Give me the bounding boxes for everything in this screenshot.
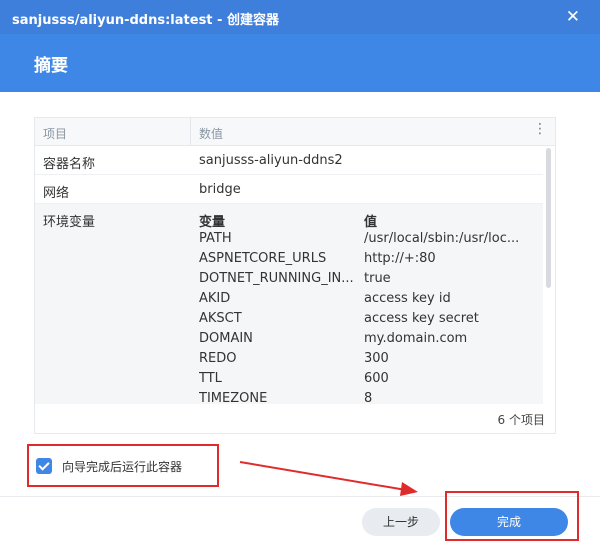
column-menu-icon[interactable]: ⋮ bbox=[533, 121, 547, 137]
env-var-name: DOMAIN bbox=[199, 331, 253, 346]
env-var-value: access key id bbox=[364, 291, 451, 306]
row-value: sanjusss-aliyun-ddns2 bbox=[199, 153, 343, 168]
env-var-value: my.domain.com bbox=[364, 331, 468, 346]
table-header: 项目 数值 ⋮ bbox=[35, 118, 555, 146]
env-var-row: TTL 600 bbox=[199, 371, 529, 391]
row-key: 网络 bbox=[43, 186, 70, 201]
env-var-name: AKSCT bbox=[199, 311, 242, 326]
env-var-row: AKSCT access key secret bbox=[199, 311, 529, 331]
row-value: bridge bbox=[199, 182, 241, 197]
env-var-value: access key secret bbox=[364, 311, 479, 326]
env-var-row: ASPNETCORE_URLS http://+:80 bbox=[199, 251, 529, 271]
column-header-value[interactable]: 数值 bbox=[199, 125, 223, 142]
env-var-name: PATH bbox=[199, 231, 232, 246]
env-var-row: DOMAIN my.domain.com bbox=[199, 331, 529, 351]
env-var-row: PATH /usr/local/sbin:/usr/loc... bbox=[199, 231, 529, 251]
highlight-box-checkbox bbox=[27, 444, 219, 487]
env-var-name: TTL bbox=[199, 371, 222, 386]
env-var-row: AKID access key id bbox=[199, 291, 529, 311]
back-button[interactable]: 上一步 bbox=[362, 508, 440, 536]
env-var-name: DOTNET_RUNNING_IN... bbox=[199, 271, 354, 286]
close-icon[interactable]: ✕ bbox=[566, 7, 580, 27]
section-header: 摘要 bbox=[0, 34, 600, 92]
column-divider[interactable] bbox=[190, 118, 191, 145]
env-var-name: ASPNETCORE_URLS bbox=[199, 251, 327, 266]
highlight-box-done bbox=[445, 491, 579, 541]
item-count: 6 个项目 bbox=[497, 413, 545, 427]
env-col-val: 值 bbox=[364, 215, 378, 230]
env-var-value: http://+:80 bbox=[364, 251, 436, 266]
env-var-name: REDO bbox=[199, 351, 237, 366]
page-title: 摘要 bbox=[34, 56, 68, 76]
env-var-row: REDO 300 bbox=[199, 351, 529, 371]
env-var-row: TIMEZONE 8 bbox=[199, 391, 529, 404]
env-var-value: true bbox=[364, 271, 391, 286]
annotation-arrow bbox=[239, 461, 418, 496]
table-row[interactable]: 容器名称 sanjusss-aliyun-ddns2 bbox=[35, 146, 543, 175]
env-var-name: AKID bbox=[199, 291, 231, 306]
table-scrollbar[interactable] bbox=[546, 148, 551, 288]
env-var-value: 600 bbox=[364, 371, 389, 386]
env-var-name: TIMEZONE bbox=[199, 391, 268, 404]
env-var-value: 300 bbox=[364, 351, 389, 366]
window-titlebar: sanjusss/aliyun-ddns:latest - 创建容器 ✕ bbox=[0, 0, 600, 34]
window-title: sanjusss/aliyun-ddns:latest - 创建容器 bbox=[12, 13, 279, 28]
summary-table: 项目 数值 ⋮ 容器名称 sanjusss-aliyun-ddns2 网络 br… bbox=[34, 117, 556, 434]
env-var-row: DOTNET_RUNNING_IN... true bbox=[199, 271, 529, 291]
env-header: 变量 值 bbox=[199, 211, 529, 231]
row-key: 环境变量 bbox=[43, 215, 96, 230]
env-col-var: 变量 bbox=[199, 215, 226, 230]
table-row[interactable]: 网络 bridge bbox=[35, 175, 543, 204]
row-key: 容器名称 bbox=[43, 157, 96, 172]
env-var-value: 8 bbox=[364, 391, 373, 404]
column-header-item[interactable]: 项目 bbox=[43, 125, 67, 142]
table-row-env[interactable]: 环境变量 变量 值 PATH /usr/local/sbin:/usr/loc.… bbox=[35, 204, 543, 404]
env-var-value: /usr/local/sbin:/usr/loc... bbox=[364, 231, 520, 246]
